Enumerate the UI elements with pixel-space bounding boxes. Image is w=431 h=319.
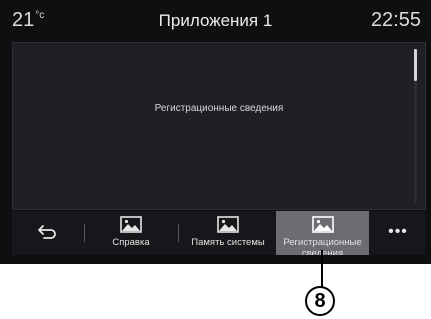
callout-marker: 8 [305,286,335,316]
image-icon [311,216,334,233]
tab-label: Справка [112,237,150,248]
scrollbar-thumb[interactable] [414,49,417,81]
back-button[interactable] [12,211,82,255]
tab-label: Память системы [191,237,265,248]
scrollbar[interactable] [414,49,417,203]
bottom-toolbar: Справка Память системы Регистрационные с… [12,211,426,255]
image-icon [217,216,239,233]
head-unit-screen: 21°c Приложения 1 22:55 Регистрационные … [0,0,431,264]
callout-line [321,250,323,288]
content-text: Регистрационные сведения [154,103,284,114]
toolbar-separator [84,224,85,242]
back-arrow-icon [38,225,56,239]
clock: 22:55 [370,9,421,31]
toolbar-separator [178,224,179,242]
status-bar: 21°c Приложения 1 22:55 [0,0,431,40]
page-title: Приложения 1 [158,11,273,30]
image-icon [120,216,142,233]
content-panel: Регистрационные сведения [12,42,426,210]
tab-system-memory[interactable]: Память системы [182,211,274,255]
more-dots-icon: ••• [388,223,408,240]
tab-registration-info[interactable]: Регистрационные сведения [276,211,369,255]
more-button[interactable]: ••• [370,211,426,255]
tab-help[interactable]: Справка [96,211,166,255]
